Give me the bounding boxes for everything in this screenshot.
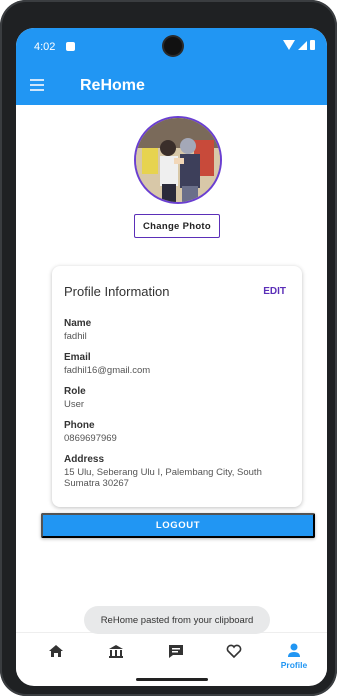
field-address: Address 15 Ulu, Seberang Ulu I, Palemban… (64, 454, 290, 489)
heart-icon (226, 644, 242, 659)
status-icons (283, 40, 315, 50)
nav-home[interactable] (36, 641, 76, 673)
nav-institution[interactable] (96, 641, 136, 673)
field-email: Email fadhil16@gmail.com (64, 352, 290, 376)
field-phone: Phone 0869697969 (64, 420, 290, 444)
field-label: Address (64, 454, 105, 465)
field-value: fadhil16@gmail.com (64, 365, 151, 376)
field-label: Name (64, 318, 92, 329)
app-title: ReHome (80, 77, 145, 94)
field-label: Email (64, 352, 91, 363)
field-value: User (64, 399, 85, 410)
field-value: 15 Ulu, Seberang Ulu I, Palembang City, … (64, 467, 262, 489)
device-frame: 4:02 ReHome Change Photo Profile Informa… (0, 0, 337, 696)
nav-profile[interactable]: Profile (274, 641, 314, 673)
field-name: Name fadhil (64, 318, 290, 342)
person-icon (288, 643, 300, 657)
nav-favorites[interactable] (214, 641, 254, 673)
field-label: Role (64, 386, 86, 397)
screen: 4:02 ReHome Change Photo Profile Informa… (16, 28, 327, 686)
status-bar: 4:02 (16, 28, 327, 67)
profile-photo (136, 118, 220, 202)
clipboard-toast: ReHome pasted from your clipboard (84, 606, 270, 634)
home-icon (49, 645, 63, 657)
field-role: Role User (64, 386, 290, 410)
avatar (134, 116, 222, 204)
battery-icon (310, 40, 315, 50)
edit-button[interactable]: EDIT (263, 286, 286, 297)
nav-profile-label: Profile (280, 660, 308, 670)
home-gesture-bar[interactable] (136, 678, 208, 681)
field-label: Phone (64, 420, 95, 431)
profile-info-card: Profile Information EDIT Name fadhil Ema… (52, 266, 302, 507)
field-value: fadhil (64, 331, 87, 342)
card-title: Profile Information (64, 284, 170, 299)
status-time: 4:02 (34, 41, 56, 53)
institution-icon (109, 645, 123, 658)
notification-icon (66, 42, 75, 51)
bottom-nav: Profile (16, 632, 327, 677)
signal-icon (298, 40, 307, 50)
camera-icon (164, 37, 182, 55)
nav-chat[interactable] (156, 641, 196, 673)
change-photo-button[interactable]: Change Photo (134, 214, 220, 238)
logout-button[interactable]: LOGOUT (41, 513, 315, 538)
field-value: 0869697969 (64, 433, 117, 444)
chat-icon (169, 645, 183, 658)
wifi-icon (283, 40, 295, 50)
menu-icon[interactable] (30, 79, 44, 91)
app-bar: ReHome (16, 67, 327, 105)
